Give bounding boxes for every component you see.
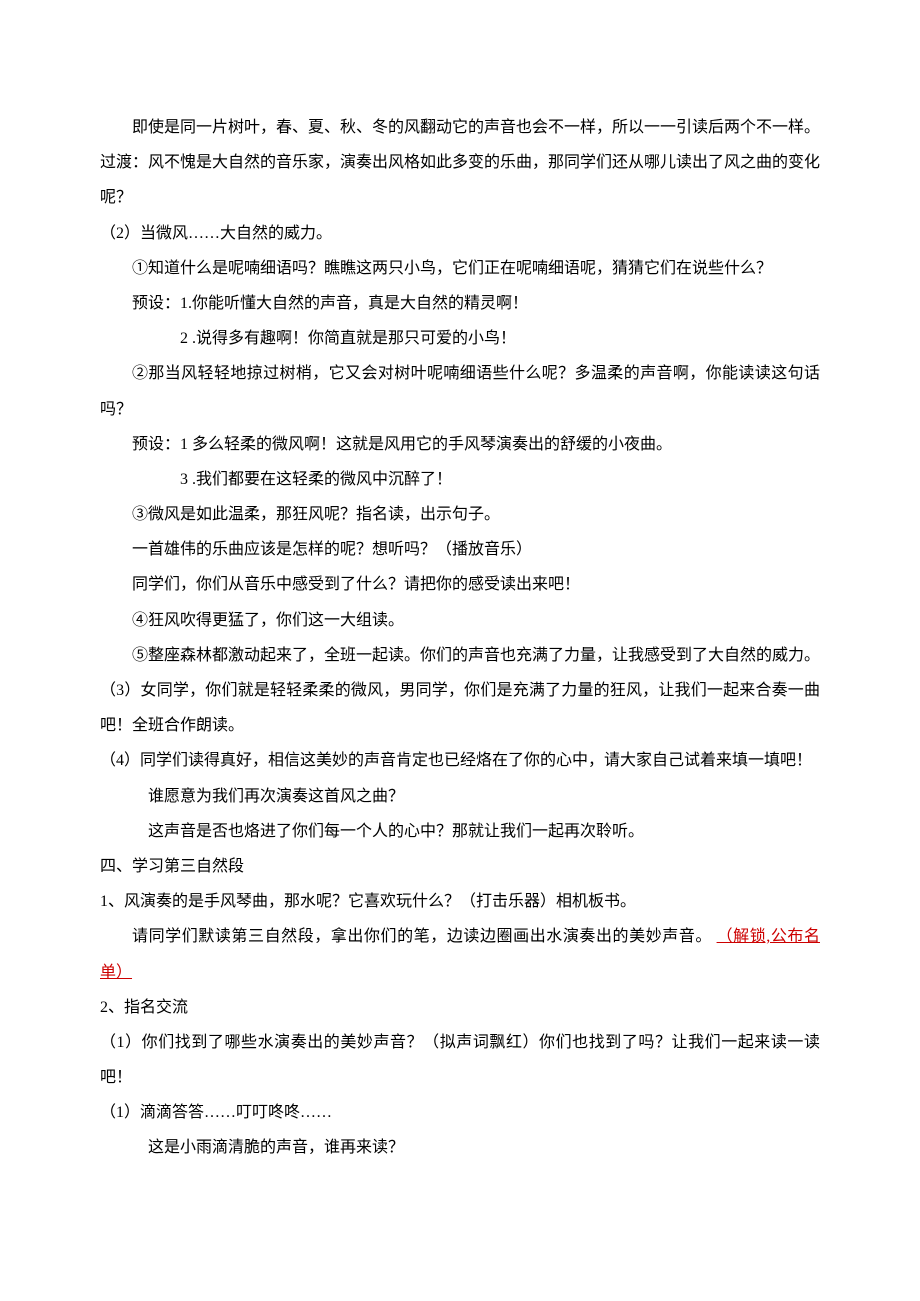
list-item: ③微风是如此温柔，那狂风呢？指名读，出示句子。 bbox=[100, 497, 820, 532]
list-item: ⑤整座森林都激动起来了，全班一起读。你们的声音也充满了力量，让我感受到了大自然的… bbox=[100, 638, 820, 673]
body-text: 预设：1 多么轻柔的微风啊！这就是风用它的手风琴演奏出的舒缓的小夜曲。 bbox=[100, 427, 820, 462]
body-text: 这是小雨滴清脆的声音，谁再来读？ bbox=[100, 1130, 820, 1165]
body-text: 请同学们默读第三自然段，拿出你们的笔，边读边圈画出水演奏出的美妙声音。 （解锁,… bbox=[100, 919, 820, 989]
body-text-black: 请同学们默读第三自然段，拿出你们的笔，边读边圈画出水演奏出的美妙声音。 bbox=[132, 928, 712, 945]
list-item: （1）你们找到了哪些水演奏出的美妙声音？（拟声词飘红）你们也找到了吗？让我们一起… bbox=[100, 1025, 820, 1095]
list-item: （1）滴滴答答……叮叮咚咚…… bbox=[100, 1095, 820, 1130]
section-heading: 四、学习第三自然段 bbox=[100, 849, 820, 884]
list-item: 2、指名交流 bbox=[100, 990, 820, 1025]
body-text: 这声音是否也烙进了你们每一个人的心中？那就让我们一起再次聆听。 bbox=[100, 814, 820, 849]
body-text: 预设：1.你能听懂大自然的声音，真是大自然的精灵啊！ bbox=[100, 286, 820, 321]
body-text: 过渡：风不愧是大自然的音乐家，演奏出风格如此多变的乐曲，那同学们还从哪儿读出了风… bbox=[100, 145, 820, 215]
body-text: 2 .说得多有趣啊！你简直就是那只可爱的小鸟！ bbox=[100, 321, 820, 356]
list-item: （3）女同学，你们就是轻轻柔柔的微风，男同学，你们是充满了力量的狂风，让我们一起… bbox=[100, 673, 820, 743]
body-text: 即使是同一片树叶，春、夏、秋、冬的风翻动它的声音也会不一样，所以一一引读后两个不… bbox=[100, 110, 820, 145]
list-item: （4）同学们读得真好，相信这美妙的声音肯定也已经烙在了你的心中，请大家自己试着来… bbox=[100, 743, 820, 778]
body-text: 一首雄伟的乐曲应该是怎样的呢？想听吗？（播放音乐） bbox=[100, 532, 820, 567]
body-text: 同学们，你们从音乐中感受到了什么？请把你的感受读出来吧！ bbox=[100, 567, 820, 602]
list-item: （2）当微风……大自然的威力。 bbox=[100, 216, 820, 251]
body-text: 谁愿意为我们再次演奏这首风之曲？ bbox=[100, 779, 820, 814]
body-text: 3 .我们都要在这轻柔的微风中沉醉了！ bbox=[100, 462, 820, 497]
list-item: ①知道什么是呢喃细语吗？瞧瞧这两只小鸟，它们正在呢喃细语呢，猜猜它们在说些什么？ bbox=[100, 251, 820, 286]
list-item: ④狂风吹得更猛了，你们这一大组读。 bbox=[100, 603, 820, 638]
list-item: ②那当风轻轻地掠过树梢，它又会对树叶呢喃细语些什么呢？多温柔的声音啊，你能读读这… bbox=[100, 356, 820, 426]
list-item: 1、风演奏的是手风琴曲，那水呢？它喜欢玩什么？（打击乐器）相机板书。 bbox=[100, 884, 820, 919]
